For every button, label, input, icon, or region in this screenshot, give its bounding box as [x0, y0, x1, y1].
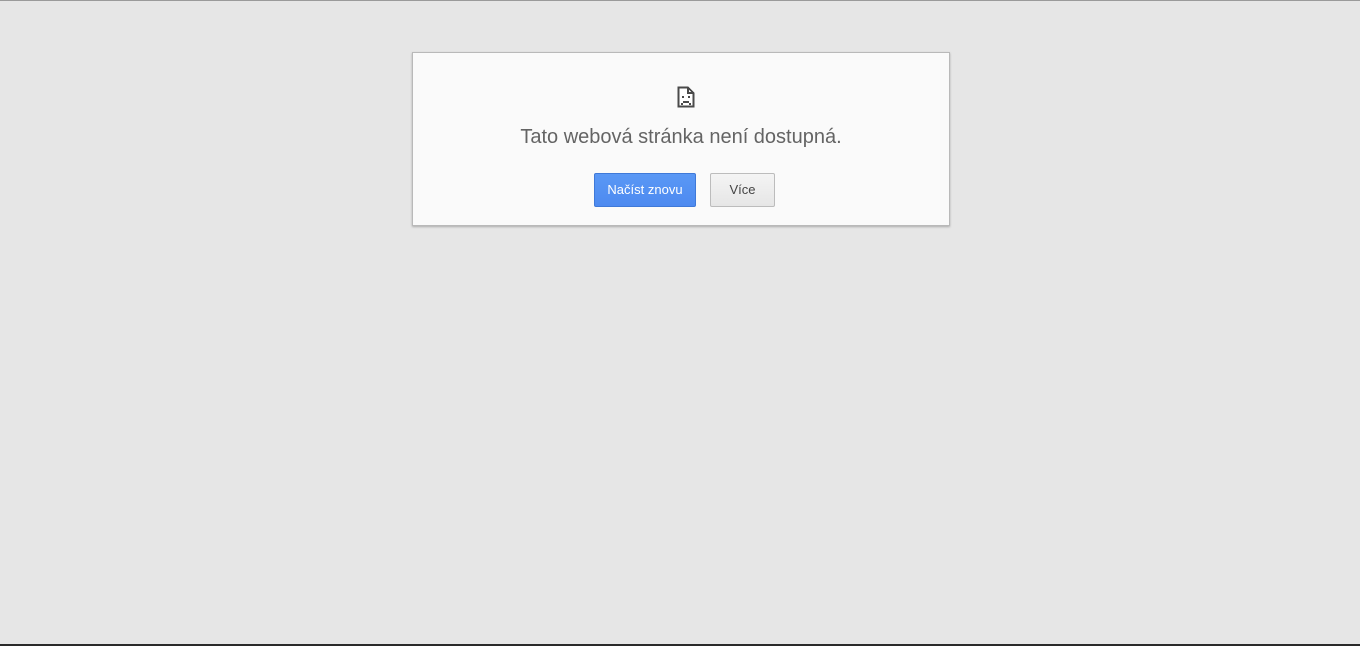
top-divider	[0, 0, 1360, 1]
sad-page-icon	[677, 86, 695, 108]
error-card: Tato webová stránka není dostupná. Načís…	[412, 52, 950, 226]
more-button[interactable]: Více	[710, 173, 775, 207]
reload-button[interactable]: Načíst znovu	[594, 173, 696, 207]
error-title: Tato webová stránka není dostupná.	[520, 126, 842, 148]
